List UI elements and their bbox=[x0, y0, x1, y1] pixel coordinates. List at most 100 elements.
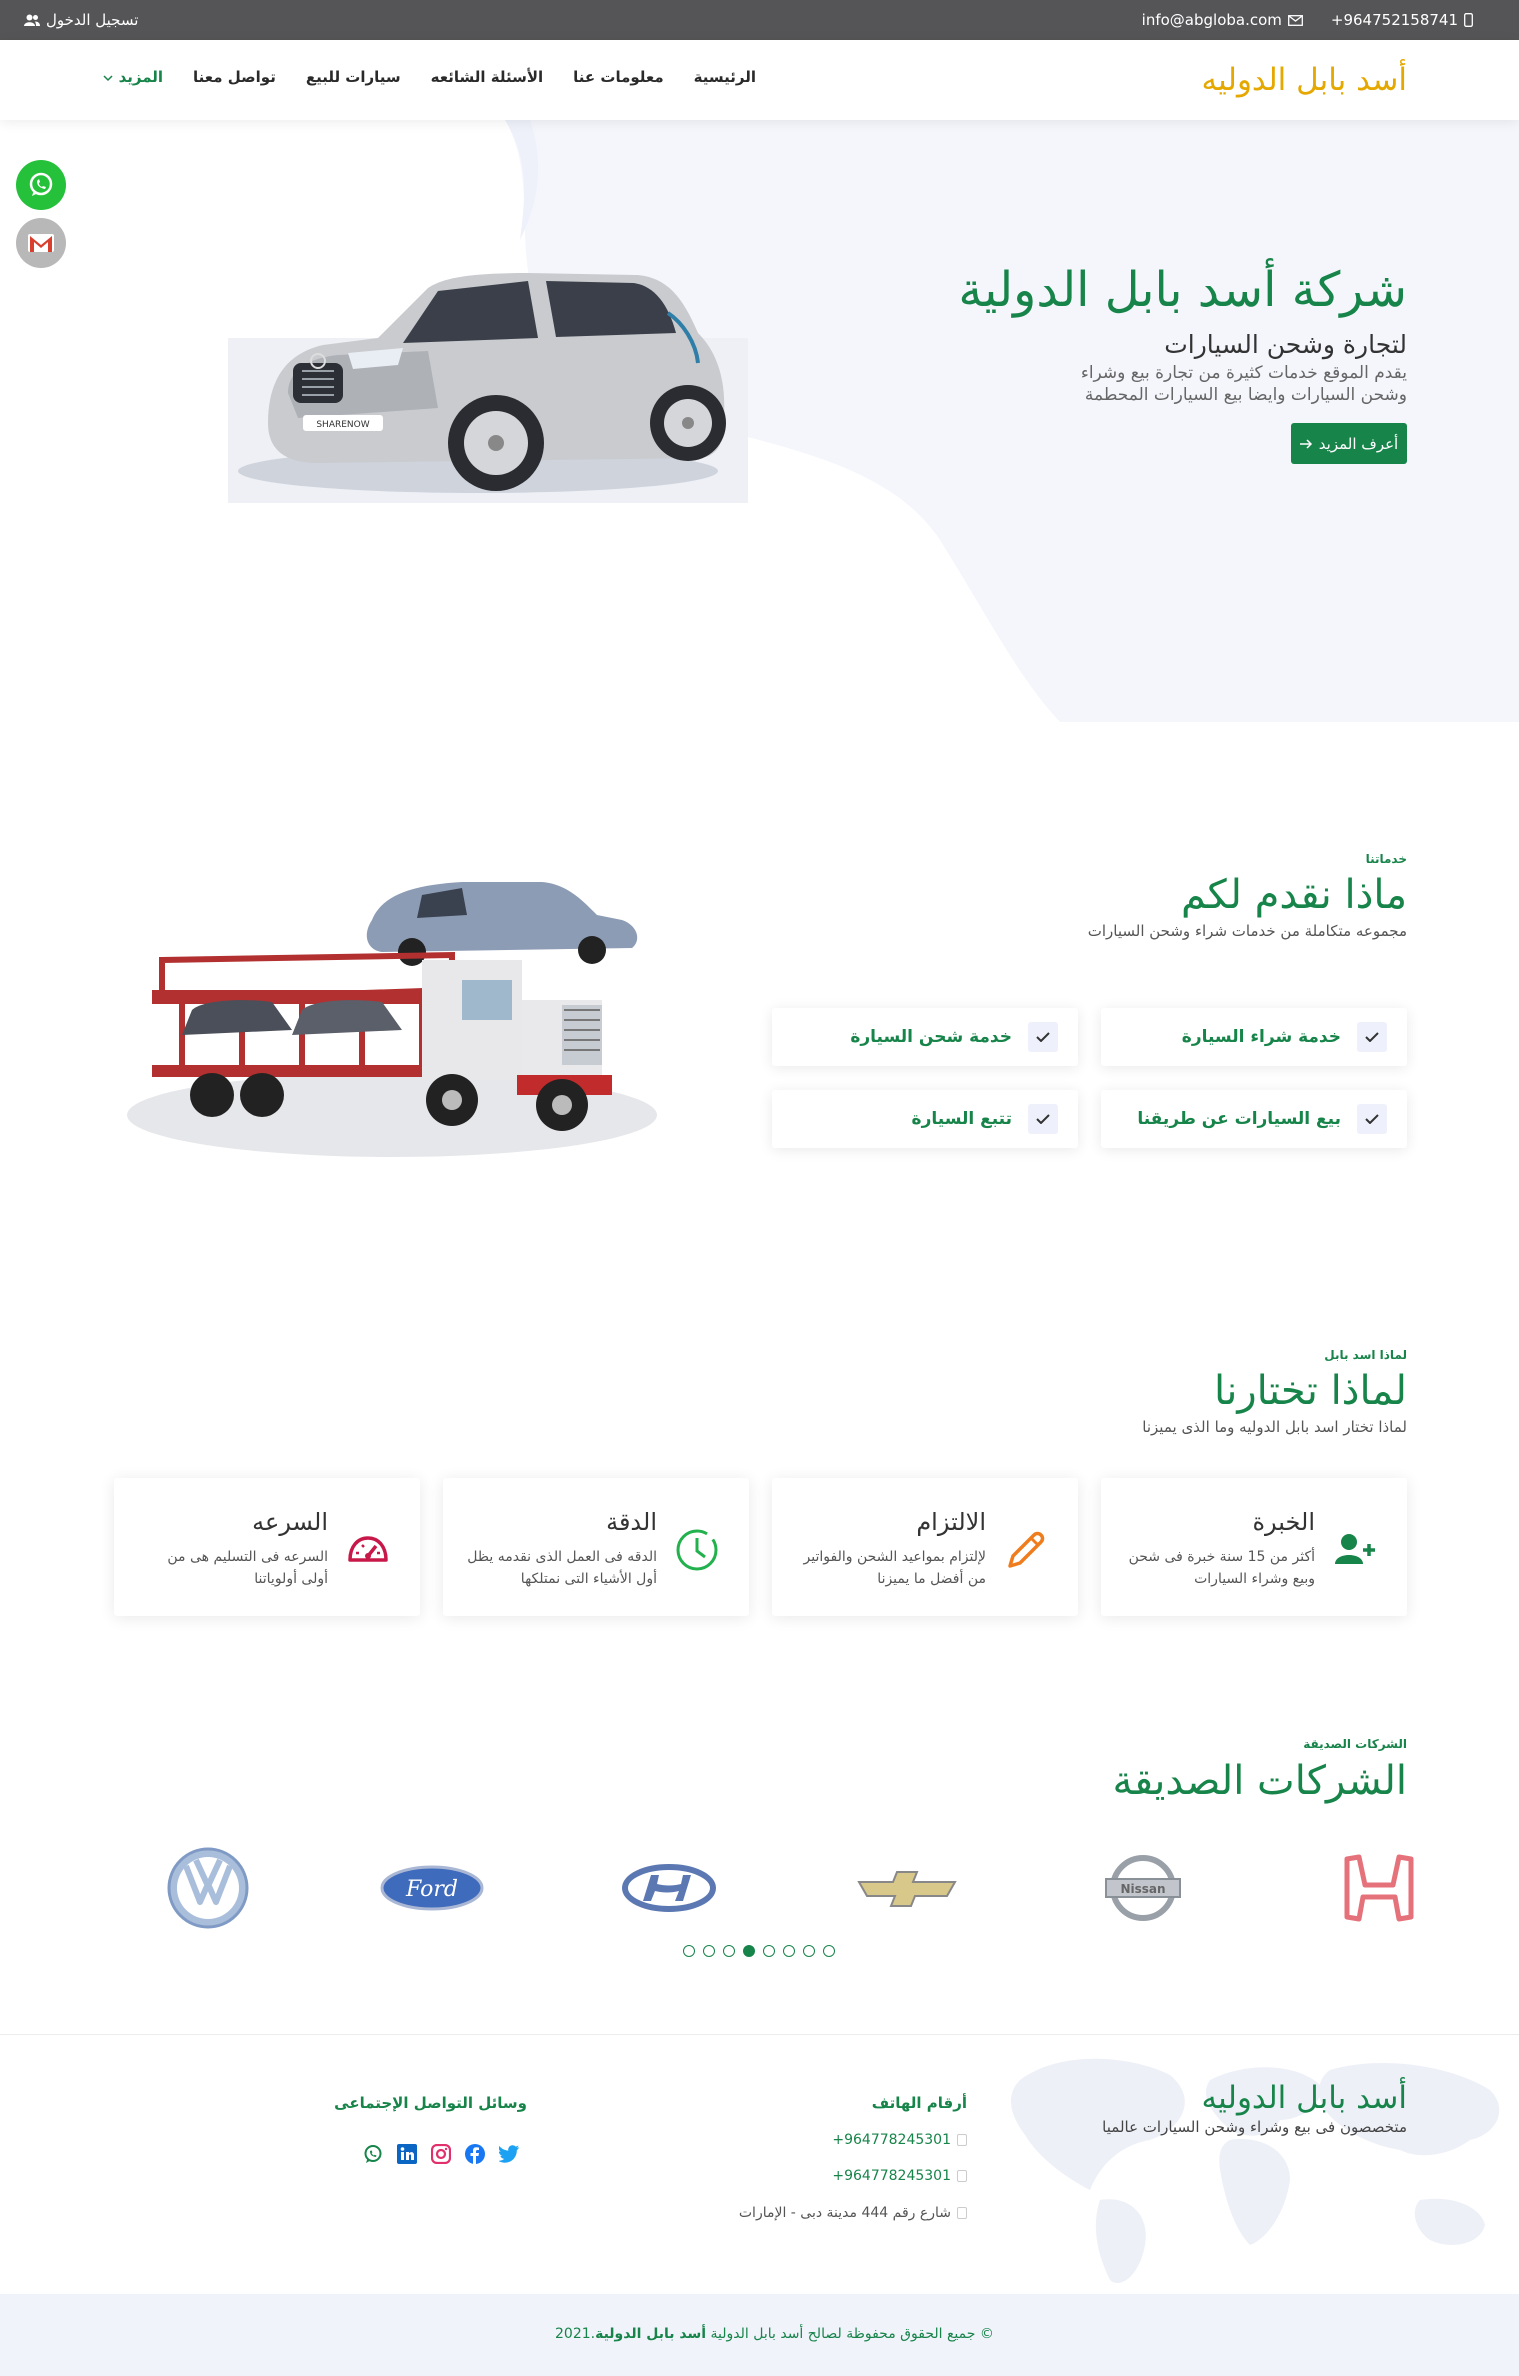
why-card-desc: السرعه فى التسليم هى من أولى أولوياتنا bbox=[167, 1549, 328, 1587]
learn-more-label: أعرف المزيد bbox=[1318, 434, 1399, 453]
address-text: شارع رقم 444 مدينة دبى - الإمارات bbox=[738, 2205, 951, 2221]
email-text: info@abgloba.com bbox=[1141, 11, 1282, 29]
services-label: خدماتنا bbox=[1365, 852, 1407, 866]
partners-label: الشركات الصديقة bbox=[1303, 1737, 1407, 1751]
envelope-icon bbox=[1287, 14, 1303, 26]
why-card-title: الدقة bbox=[606, 1508, 657, 1536]
nav-cars-for-sale[interactable]: سيارات للبيع bbox=[306, 68, 401, 86]
carousel-dot[interactable] bbox=[803, 1945, 815, 1957]
phone-number: +964778245301 bbox=[832, 2132, 951, 2148]
whatsapp-float-button[interactable] bbox=[16, 160, 66, 210]
carousel-dot[interactable] bbox=[823, 1945, 835, 1957]
map-pin-icon bbox=[957, 2207, 967, 2219]
why-card-title: السرعه bbox=[252, 1508, 328, 1536]
brand-volkswagen-logo[interactable] bbox=[138, 1838, 278, 1938]
carousel-dot[interactable] bbox=[703, 1945, 715, 1957]
brand-chevrolet-logo[interactable] bbox=[837, 1838, 977, 1938]
carousel-dot[interactable] bbox=[683, 1945, 695, 1957]
service-card-track[interactable]: تتبع السيارة bbox=[772, 1090, 1078, 1148]
facebook-icon[interactable] bbox=[464, 2143, 486, 2165]
instagram-icon[interactable] bbox=[430, 2143, 452, 2165]
top-phone[interactable]: +964752158741 bbox=[1331, 11, 1473, 29]
why-card-experience: الخبرة أكثر من 15 سنة خبرة فى شحن وبيع و… bbox=[1101, 1478, 1407, 1616]
hero-section: شركة أسد بابل الدولية لتجارة وشحن السيار… bbox=[0, 120, 1519, 722]
brand-hyundai-logo[interactable] bbox=[599, 1838, 739, 1938]
whatsapp-icon[interactable] bbox=[362, 2143, 384, 2165]
nav-faq[interactable]: الأسئلة الشائعه bbox=[431, 68, 544, 86]
check-icon bbox=[1357, 1104, 1387, 1134]
nav-home[interactable]: الرئيسية bbox=[694, 68, 756, 86]
nissan-text: Nissan bbox=[1120, 1882, 1165, 1896]
check-icon bbox=[1357, 1022, 1387, 1052]
footer-divider bbox=[0, 2034, 1519, 2035]
service-label: خدمة شراء السيارة bbox=[1181, 1027, 1341, 1047]
pencil-icon bbox=[1008, 1531, 1045, 1568]
users-icon bbox=[24, 14, 40, 26]
linkedin-icon[interactable] bbox=[396, 2143, 418, 2165]
copyright-year: .2021 bbox=[555, 2326, 596, 2342]
footer-phone-2[interactable]: +964778245301 bbox=[832, 2168, 967, 2184]
why-title: لماذا تختارنا bbox=[1214, 1368, 1407, 1414]
service-label: بيع السيارات عن طريقنا bbox=[1137, 1109, 1341, 1129]
carousel-dot[interactable] bbox=[763, 1945, 775, 1957]
why-card-commitment: الالتزام لإلتزام بمواعيد الشحن والفواتير… bbox=[772, 1478, 1078, 1616]
services-subtitle: مجموعه متكاملة من خدمات شراء وشحن السيار… bbox=[1087, 922, 1407, 940]
carousel-dot[interactable] bbox=[783, 1945, 795, 1957]
phone-icon bbox=[957, 2134, 967, 2146]
footer-social-title: وسائل التواصل الإجتماعى bbox=[334, 2094, 527, 2112]
service-card-sell[interactable]: بيع السيارات عن طريقنا bbox=[1101, 1090, 1407, 1148]
top-bar: info@abgloba.com +964752158741 تسجيل الد… bbox=[0, 0, 1519, 40]
chevron-down-icon bbox=[103, 75, 113, 82]
arrow-right-icon bbox=[1299, 438, 1312, 449]
nav-more-dropdown[interactable]: المزيد bbox=[103, 68, 163, 86]
partners-carousel-dots bbox=[683, 1945, 835, 1957]
service-card-ship[interactable]: خدمة شحن السيارة bbox=[772, 1008, 1078, 1066]
brand-honda-logo[interactable] bbox=[1309, 1838, 1449, 1938]
whatsapp-icon bbox=[29, 172, 53, 196]
why-card-title: الالتزام bbox=[916, 1508, 986, 1536]
footer-phone-1[interactable]: +964778245301 bbox=[832, 2132, 967, 2148]
world-map-background bbox=[1010, 2058, 1500, 2284]
top-contacts: info@abgloba.com +964752158741 bbox=[1142, 11, 1473, 29]
footer-brand: أسد بابل الدوليه bbox=[1201, 2080, 1407, 2116]
gmail-float-button[interactable] bbox=[16, 218, 66, 268]
footer-address: شارع رقم 444 مدينة دبى - الإمارات bbox=[739, 2205, 967, 2221]
why-card-accuracy: الدقة الدقه فى العمل الذى نقدمه يظل أول … bbox=[443, 1478, 749, 1616]
brand-nissan-logo[interactable]: Nissan bbox=[1073, 1838, 1213, 1938]
top-email[interactable]: info@abgloba.com bbox=[1142, 11, 1303, 29]
phone-icon bbox=[957, 2170, 967, 2182]
nav-more-label: المزيد bbox=[118, 68, 164, 86]
hero-car-image: SHARENOW bbox=[228, 273, 748, 503]
partners-title: الشركات الصديقة bbox=[1112, 1758, 1407, 1804]
hero-description: يقدم الموقع خدمات كثيرة من تجارة بيع وشر… bbox=[1080, 363, 1407, 405]
hero-subtitle: لتجارة وشحن السيارات bbox=[1164, 330, 1407, 359]
why-subtitle: لماذا تختار اسد بابل الدوليه وما الذى يم… bbox=[1142, 1418, 1407, 1436]
learn-more-button[interactable]: أعرف المزيد bbox=[1291, 423, 1407, 464]
nav-about[interactable]: معلومات عنا bbox=[573, 68, 664, 86]
hero-title: شركة أسد بابل الدولية bbox=[958, 262, 1407, 318]
user-plus-icon bbox=[1335, 1534, 1375, 1564]
site-logo[interactable]: أسد بابل الدوليه bbox=[1202, 62, 1407, 98]
why-card-speed: السرعه السرعه فى التسليم هى من أولى أولو… bbox=[114, 1478, 420, 1616]
copyright-brand: أسد بابل الدولية bbox=[595, 2326, 707, 2342]
phone-number: +964778245301 bbox=[832, 2168, 951, 2184]
nav-contact[interactable]: تواصل معنا bbox=[193, 68, 276, 86]
speedometer-icon bbox=[348, 1536, 388, 1562]
ford-text: Ford bbox=[405, 1877, 458, 1902]
clock-icon bbox=[676, 1529, 718, 1571]
copyright-prefix: © جميع الحقوق محفوظة لصالح أسد بابل الدو… bbox=[710, 2326, 994, 2342]
main-navbar: أسد بابل الدوليه الرئيسية معلومات عنا ال… bbox=[0, 40, 1519, 120]
carousel-dot[interactable] bbox=[743, 1945, 755, 1957]
carousel-dot[interactable] bbox=[723, 1945, 735, 1957]
check-icon bbox=[1028, 1104, 1058, 1134]
twitter-icon[interactable] bbox=[498, 2143, 520, 2165]
check-icon bbox=[1028, 1022, 1058, 1052]
footer-social-links bbox=[362, 2143, 520, 2165]
car-plate-text: SHARENOW bbox=[316, 420, 369, 430]
why-label: لماذا اسد بابل bbox=[1324, 1348, 1407, 1362]
login-link[interactable]: تسجيل الدخول bbox=[24, 11, 138, 29]
login-label: تسجيل الدخول bbox=[46, 11, 139, 29]
brand-ford-logo[interactable]: Ford bbox=[362, 1838, 502, 1938]
service-card-buy[interactable]: خدمة شراء السيارة bbox=[1101, 1008, 1407, 1066]
gmail-icon bbox=[28, 234, 54, 252]
